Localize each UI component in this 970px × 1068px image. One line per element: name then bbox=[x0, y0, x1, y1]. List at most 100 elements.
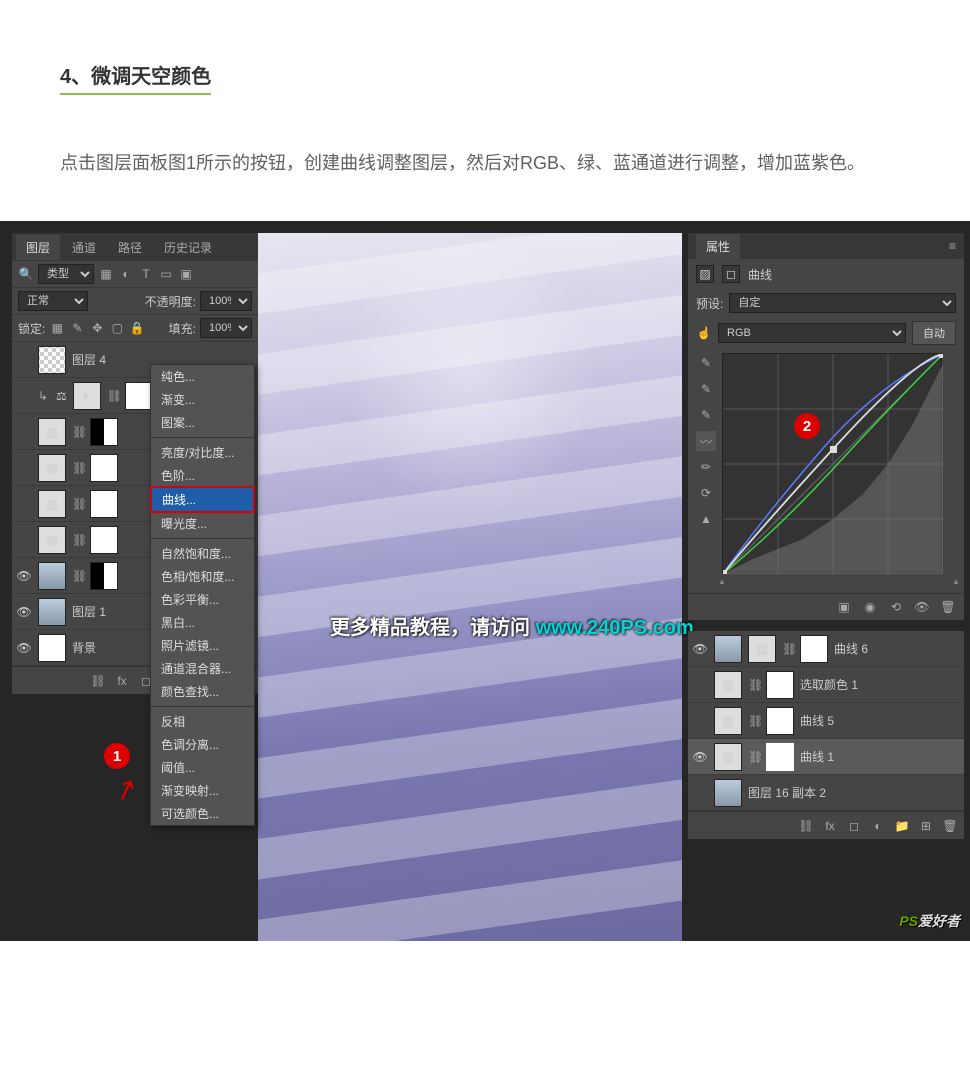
filter-adjust-icon[interactable]: ◐ bbox=[118, 266, 134, 282]
blend-mode-select[interactable]: 正常 bbox=[18, 291, 88, 311]
toggle-visibility-icon[interactable]: 👁 bbox=[914, 600, 930, 614]
layer-item[interactable]: 👁 ▨ ⛓ 曲线 6 bbox=[688, 631, 964, 667]
lock-artboard-icon[interactable]: ▢ bbox=[109, 320, 125, 336]
menu-photo-filter[interactable]: 照片滤镜... bbox=[151, 634, 254, 657]
auto-button[interactable]: 自动 bbox=[912, 321, 956, 345]
fill-select[interactable]: 100% bbox=[200, 318, 252, 338]
tab-paths[interactable]: 路径 bbox=[108, 235, 152, 260]
layer-item[interactable]: 👁 ▨ ⛓ 曲线 1 bbox=[688, 739, 964, 775]
lock-move-icon[interactable]: ✥ bbox=[89, 320, 105, 336]
curve-point-tool-icon[interactable]: 〰 bbox=[696, 431, 716, 451]
menu-invert[interactable]: 反相 bbox=[151, 710, 254, 733]
visibility-toggle[interactable] bbox=[16, 496, 32, 512]
watermark-prefix: 更多精品教程，请访问 bbox=[330, 617, 536, 639]
filter-type-select[interactable]: 类型 bbox=[38, 264, 94, 284]
panel-menu-icon[interactable]: ≡ bbox=[949, 239, 956, 253]
eyedropper-black-icon[interactable]: ✎ bbox=[696, 353, 716, 373]
new-layer-icon[interactable]: ⊞ bbox=[918, 819, 934, 833]
layer-item[interactable]: ▨ ⛓ 选取颜色 1 bbox=[688, 667, 964, 703]
mini-layers-footer: ⛓ fx ◻ ◐ 📁 ⊞ 🗑 bbox=[688, 811, 964, 839]
link-layers-icon[interactable]: ⛓ bbox=[90, 674, 106, 688]
link-layers-icon[interactable]: ⛓ bbox=[798, 819, 814, 833]
filter-smart-icon[interactable]: ▣ bbox=[178, 266, 194, 282]
visibility-toggle[interactable] bbox=[692, 677, 708, 693]
tab-history[interactable]: 历史记录 bbox=[154, 235, 222, 260]
menu-hue-sat[interactable]: 色相/饱和度... bbox=[151, 565, 254, 588]
fx-icon[interactable]: fx bbox=[114, 674, 130, 688]
eyedropper-white-icon[interactable]: ✎ bbox=[696, 405, 716, 425]
menu-posterize[interactable]: 色调分离... bbox=[151, 733, 254, 756]
menu-threshold[interactable]: 阈值... bbox=[151, 756, 254, 779]
menu-exposure[interactable]: 曝光度... bbox=[151, 512, 254, 535]
tab-properties[interactable]: 属性 bbox=[696, 234, 740, 259]
layer-mask bbox=[766, 707, 794, 735]
fx-icon[interactable]: fx bbox=[822, 819, 838, 833]
visibility-toggle[interactable] bbox=[16, 460, 32, 476]
visibility-toggle[interactable]: 👁 bbox=[16, 568, 32, 584]
trash-icon[interactable]: 🗑 bbox=[940, 600, 956, 614]
opacity-label: 不透明度: bbox=[145, 293, 196, 310]
opacity-select[interactable]: 100% bbox=[200, 291, 252, 311]
hand-icon[interactable]: ☝ bbox=[696, 325, 712, 341]
preset-select[interactable]: 自定 bbox=[729, 293, 956, 313]
visibility-toggle[interactable] bbox=[692, 713, 708, 729]
lock-paint-icon[interactable]: ✎ bbox=[69, 320, 85, 336]
filter-shape-icon[interactable]: ▭ bbox=[158, 266, 174, 282]
visibility-toggle[interactable] bbox=[16, 388, 32, 404]
previous-state-icon[interactable]: ◉ bbox=[862, 600, 878, 614]
menu-gradient-map[interactable]: 渐变映射... bbox=[151, 779, 254, 802]
new-adjustment-layer-icon[interactable]: ◐ bbox=[870, 819, 886, 833]
link-icon: ⛓ bbox=[72, 497, 84, 511]
curve-pencil-tool-icon[interactable]: ✏ bbox=[696, 457, 716, 477]
curve-graph[interactable] bbox=[722, 353, 942, 573]
reset-icon[interactable]: ⟲ bbox=[888, 600, 904, 614]
menu-bw[interactable]: 黑白... bbox=[151, 611, 254, 634]
input-slider[interactable] bbox=[722, 577, 956, 587]
visibility-toggle[interactable] bbox=[16, 424, 32, 440]
menu-curves[interactable]: 曲线... bbox=[150, 486, 255, 513]
menu-pattern[interactable]: 图案... bbox=[151, 411, 254, 434]
visibility-toggle[interactable] bbox=[16, 352, 32, 368]
menu-gradient[interactable]: 渐变... bbox=[151, 388, 254, 411]
layer-mask bbox=[90, 490, 118, 518]
link-icon: ⛓ bbox=[72, 461, 84, 475]
menu-selective-color[interactable]: 可选颜色... bbox=[151, 802, 254, 825]
watermark-link[interactable]: www.240PS.com bbox=[536, 617, 694, 639]
tab-channels[interactable]: 通道 bbox=[62, 235, 106, 260]
link-icon: ⛓ bbox=[107, 389, 119, 403]
menu-color-balance[interactable]: 色彩平衡... bbox=[151, 588, 254, 611]
lock-all-icon[interactable]: 🔒 bbox=[129, 320, 145, 336]
balance-icon: ⚖ bbox=[56, 389, 67, 403]
layer-mask bbox=[90, 526, 118, 554]
menu-vibrance[interactable]: 自然饱和度... bbox=[151, 542, 254, 565]
clip-icon[interactable]: ▲ bbox=[696, 509, 716, 529]
mask-icon[interactable]: ◻ bbox=[846, 819, 862, 833]
menu-solid-color[interactable]: 纯色... bbox=[151, 365, 254, 388]
props-tabs: 属性 ≡ bbox=[688, 233, 964, 259]
eyedropper-gray-icon[interactable]: ✎ bbox=[696, 379, 716, 399]
lock-trans-icon[interactable]: ▦ bbox=[49, 320, 65, 336]
channel-select[interactable]: RGB bbox=[718, 323, 906, 343]
filter-image-icon[interactable]: ▦ bbox=[98, 266, 114, 282]
tab-layers[interactable]: 图层 bbox=[16, 235, 60, 260]
layer-item[interactable]: ▨ ⛓ 曲线 5 bbox=[688, 703, 964, 739]
delete-layer-icon[interactable]: 🗑 bbox=[942, 819, 958, 833]
menu-channel-mixer[interactable]: 通道混合器... bbox=[151, 657, 254, 680]
smooth-icon[interactable]: ⟳ bbox=[696, 483, 716, 503]
clip-to-layer-icon[interactable]: ▣ bbox=[836, 600, 852, 614]
menu-brightness[interactable]: 亮度/对比度... bbox=[151, 441, 254, 464]
visibility-toggle[interactable]: 👁 bbox=[16, 604, 32, 620]
visibility-toggle[interactable]: 👁 bbox=[692, 641, 708, 657]
visibility-toggle[interactable]: 👁 bbox=[16, 640, 32, 656]
menu-separator bbox=[151, 437, 254, 438]
menu-levels[interactable]: 色阶... bbox=[151, 464, 254, 487]
filter-text-icon[interactable]: T bbox=[138, 266, 154, 282]
layer-name: 曲线 5 bbox=[800, 712, 960, 729]
menu-color-lookup[interactable]: 颜色查找... bbox=[151, 680, 254, 703]
visibility-toggle[interactable] bbox=[16, 532, 32, 548]
new-group-icon[interactable]: 📁 bbox=[894, 819, 910, 833]
visibility-toggle[interactable] bbox=[692, 785, 708, 801]
layer-item[interactable]: 图层 16 副本 2 bbox=[688, 775, 964, 811]
visibility-toggle[interactable]: 👁 bbox=[692, 749, 708, 765]
preset-row: 预设: 自定 bbox=[688, 289, 964, 317]
